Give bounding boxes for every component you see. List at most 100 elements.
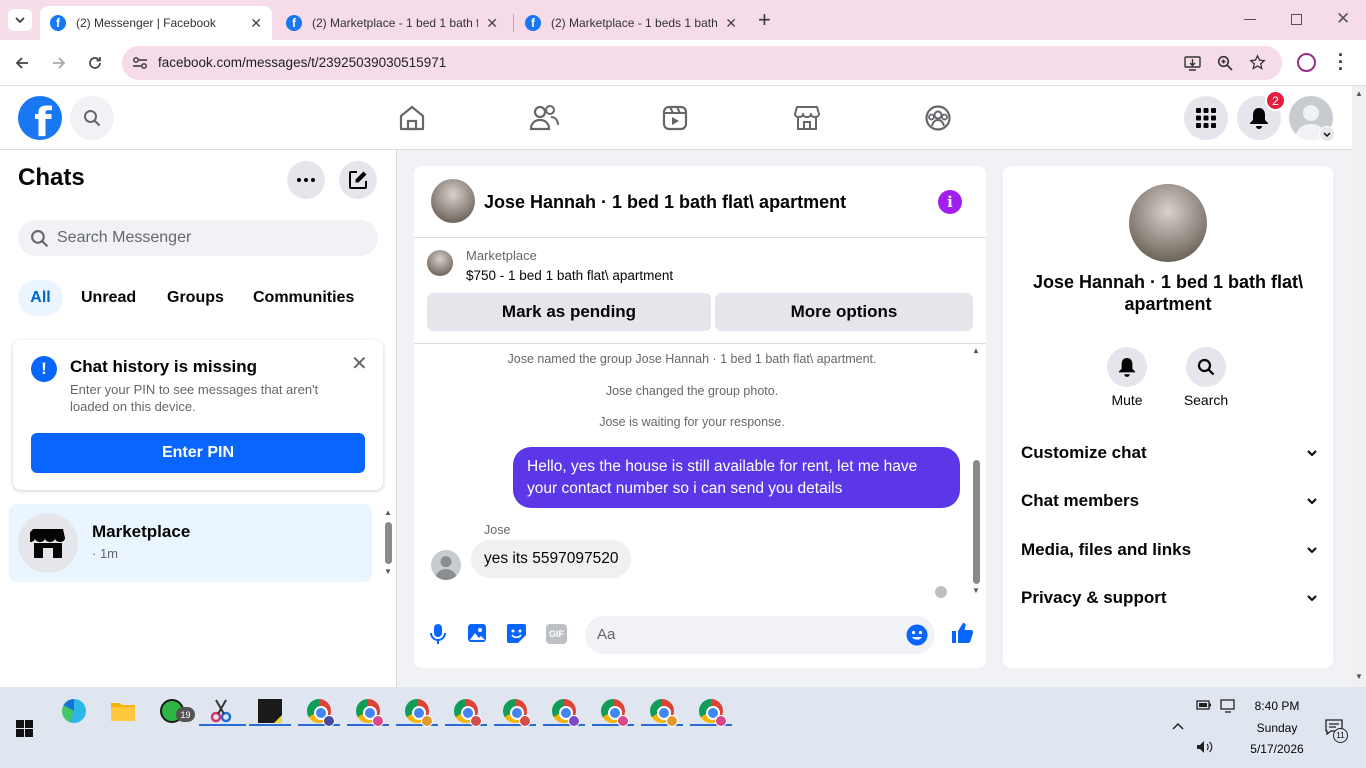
home-nav[interactable] [396,102,428,134]
reload-button[interactable] [83,51,107,75]
chrome-taskbar-icon[interactable] [450,695,482,727]
sticky-notes-taskbar-icon[interactable] [254,695,286,727]
tab-messenger[interactable]: f (2) Messenger | Facebook ✕ [40,6,272,40]
listing-price-title[interactable]: $750 - 1 bed 1 bath flat\ apartment [466,268,673,283]
notification-center-count: 11 [1333,728,1348,743]
account-chevron-icon[interactable] [1319,126,1335,142]
sidebar-scrollbar[interactable]: ▲ ▼ [384,508,393,578]
emoji-icon[interactable] [906,624,928,646]
conversation-info-button[interactable]: i [938,190,962,214]
tab-title: (2) Marketplace - 1 bed 1 bath f [312,16,479,30]
chrome-taskbar-icon[interactable] [548,695,580,727]
volume-icon[interactable] [1196,740,1214,754]
filter-communities[interactable]: Communities [243,280,364,316]
message-input[interactable]: Aa [585,616,935,654]
close-window-button[interactable]: ✕ [1336,9,1350,29]
conversation-title[interactable]: Jose Hannah · 1 bed 1 bath flat\ apartme… [484,192,846,213]
restore-button[interactable] [1291,14,1302,25]
facebook-logo[interactable]: f [18,96,62,140]
card-title: Chat history is missing [70,357,258,376]
group-photo[interactable] [1129,184,1207,262]
media-files-links-section[interactable]: Media, files and links [1021,535,1317,565]
filter-groups[interactable]: Groups [157,280,234,316]
battery-icon[interactable] [1196,699,1212,711]
tab-marketplace-1[interactable]: f (2) Marketplace - 1 bed 1 bath f ✕ [276,6,508,40]
outgoing-message[interactable]: Hello, yes the house is still available … [513,447,960,508]
friends-nav[interactable] [528,102,560,134]
file-explorer-taskbar-icon[interactable] [107,695,139,727]
chrome-taskbar-icon[interactable] [597,695,629,727]
page-scrollbar[interactable]: ▲ ▼ [1352,86,1366,687]
chats-sidebar: Chats Search Messenger All Unread Groups… [0,150,397,687]
tab-marketplace-2[interactable]: f (2) Marketplace - 1 beds 1 bath ✕ [515,6,747,40]
install-app-icon[interactable] [1184,55,1201,71]
new-tab-button[interactable]: + [758,7,771,33]
bookmark-star-icon[interactable] [1249,54,1266,71]
customize-chat-section[interactable]: Customize chat [1021,438,1317,468]
zoom-icon[interactable] [1217,55,1233,71]
chat-list-item[interactable]: Marketplace · 1m [9,504,372,582]
chat-members-section[interactable]: Chat members [1021,486,1317,516]
marketplace-nav[interactable] [791,102,823,134]
groups-nav[interactable] [922,102,954,134]
mark-as-pending-button[interactable]: Mark as pending [427,293,711,331]
microphone-icon[interactable] [430,624,446,644]
browser-menu-icon[interactable]: · · · [1338,46,1344,78]
tab-title: (2) Marketplace - 1 beds 1 bath [551,16,718,30]
chrome-taskbar-icon[interactable] [499,695,531,727]
filter-all[interactable]: All [18,280,63,316]
address-bar[interactable]: facebook.com/messages/t/2392503903051597… [122,46,1282,80]
back-button[interactable] [10,51,34,75]
chevron-down-icon [1307,546,1317,553]
thumbs-up-icon[interactable] [950,621,974,645]
sender-avatar[interactable] [431,550,461,580]
conversation-header: Jose Hannah · 1 bed 1 bath flat\ apartme… [414,166,986,238]
profile-icon[interactable] [1297,53,1316,72]
forward-button[interactable] [47,51,71,75]
site-info-icon[interactable] [132,56,148,70]
watch-nav[interactable] [659,102,691,134]
incoming-message[interactable]: yes its 5597097520 [471,540,632,578]
chat-options-button[interactable] [287,161,325,199]
clock-time[interactable]: 8:40 PM [1248,699,1306,713]
close-tab-icon[interactable]: ✕ [725,15,737,32]
sticker-icon[interactable] [506,623,527,644]
section-label: Customize chat [1021,443,1147,462]
chrome-taskbar-icon[interactable] [303,695,335,727]
photo-icon[interactable] [467,623,487,643]
mute-button[interactable] [1107,347,1147,387]
search-messenger-input[interactable]: Search Messenger [18,220,378,256]
edge-taskbar-icon[interactable] [58,695,90,727]
search-button[interactable] [70,96,114,140]
chrome-taskbar-icon[interactable] [695,695,727,727]
show-hidden-icons-button[interactable] [1172,717,1184,735]
group-avatar[interactable] [431,179,475,223]
close-tab-icon[interactable]: ✕ [486,15,498,32]
windows-start-icon[interactable] [16,720,33,737]
menu-button[interactable] [1184,96,1228,140]
enter-pin-button[interactable]: Enter PIN [31,433,365,473]
more-options-button[interactable]: More options [715,293,973,331]
filter-unread[interactable]: Unread [71,280,146,316]
minimize-button[interactable] [1244,19,1256,20]
marketplace-icon [794,106,820,130]
close-tab-icon[interactable]: ✕ [250,15,262,32]
network-icon[interactable] [1220,699,1236,713]
search-in-conversation-button[interactable] [1186,347,1226,387]
message-scrollbar[interactable]: ▲ ▼ [970,344,984,596]
chrome-taskbar-icon[interactable] [352,695,384,727]
windows-taskbar: 19 8:40 PM Sunday 5/17/2026 11 [0,687,1366,768]
search-icon [31,230,49,248]
more-horizontal-icon [297,178,315,182]
gif-button[interactable]: GIF [546,624,567,644]
snipping-tool-taskbar-icon[interactable] [205,695,237,727]
tab-search-dropdown[interactable] [8,9,32,31]
new-message-button[interactable] [339,161,377,199]
privacy-support-section[interactable]: Privacy & support [1021,583,1317,613]
chrome-taskbar-icon[interactable] [401,695,433,727]
tab-separator [513,14,514,32]
chevron-up-icon [1172,722,1184,730]
card-close-icon[interactable]: ✕ [351,351,368,376]
chrome-taskbar-icon[interactable] [646,695,678,727]
mute-label: Mute [1111,392,1143,408]
